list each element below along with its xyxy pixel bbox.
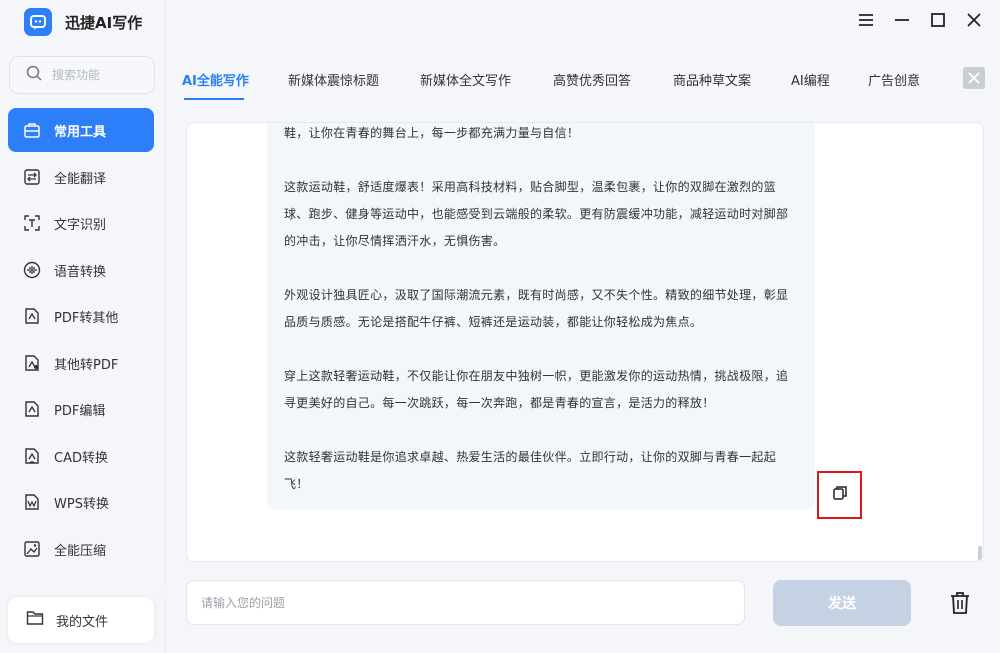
answer-paragraph: 这款轻奢运动鞋是你追求卓越、热爱生活的最佳伙伴。立即行动，让你的双脚与青春一起起… bbox=[284, 450, 777, 491]
sidebar-item-common-tools[interactable]: 常用工具 bbox=[8, 108, 154, 152]
pdf-convert-icon bbox=[22, 306, 42, 326]
answer-paragraph: 穿上这款轻奢运动鞋，不仅能让你在朋友中独树一帜，更能激发你的运动热情，挑战极限，… bbox=[284, 369, 789, 410]
compress-icon bbox=[22, 539, 42, 559]
tab-product-copy[interactable]: 商品种草文案 bbox=[673, 70, 751, 89]
tab-ai-coding[interactable]: AI编程 bbox=[791, 70, 830, 89]
cad-icon bbox=[22, 446, 42, 466]
wps-icon bbox=[22, 492, 42, 512]
sidebar-item-label: CAD转换 bbox=[54, 450, 108, 466]
sidebar-item-label: PDF编辑 bbox=[54, 403, 106, 419]
app-logo-icon bbox=[24, 8, 52, 36]
sidebar-item-label: 其他转PDF bbox=[54, 357, 119, 373]
pdf-edit-icon bbox=[22, 399, 42, 419]
sidebar-item-translate[interactable]: 全能翻译 bbox=[8, 155, 154, 199]
sidebar-item-label: 语音转换 bbox=[54, 264, 107, 280]
sidebar-item-label: 全能翻译 bbox=[54, 171, 107, 187]
maximize-icon[interactable] bbox=[928, 10, 948, 30]
my-files-label: 我的文件 bbox=[56, 614, 109, 630]
sidebar-item-pdf-edit[interactable]: PDF编辑 bbox=[8, 387, 154, 431]
scrollbar-thumb[interactable] bbox=[978, 546, 982, 561]
tab-ad-creative[interactable]: 广告创意 bbox=[868, 70, 920, 89]
minimize-icon[interactable] bbox=[892, 10, 912, 30]
window-controls bbox=[856, 10, 984, 30]
answer-card: 鞋，让你在青春的舞台上，每一步都充满力量与自信！ 这款运动鞋，舒适度爆表！采用高… bbox=[267, 123, 815, 509]
copy-icon bbox=[832, 485, 848, 505]
tab-bar: AI全能写作 新媒体震惊标题 新媒体全文写作 高赞优秀回答 商品种草文案 AI编… bbox=[166, 62, 1000, 102]
sidebar-item-ocr[interactable]: 文字识别 bbox=[8, 201, 154, 245]
send-button[interactable]: 发送 bbox=[773, 580, 911, 626]
search-input[interactable] bbox=[52, 68, 142, 82]
tab-shock-title[interactable]: 新媒体震惊标题 bbox=[288, 70, 379, 89]
translate-icon bbox=[22, 167, 42, 187]
active-tab-indicator bbox=[184, 98, 244, 100]
toolbox-icon bbox=[22, 120, 42, 140]
to-pdf-icon bbox=[22, 353, 42, 373]
question-input[interactable] bbox=[186, 580, 745, 625]
sidebar-item-label: WPS转换 bbox=[54, 496, 109, 512]
scrollbar[interactable] bbox=[977, 123, 983, 561]
sidebar-item-label: PDF转其他 bbox=[54, 310, 119, 326]
sidebar-item-pdf-to-other[interactable]: PDF转其他 bbox=[8, 294, 154, 338]
answer-text: 鞋，让你在青春的舞台上，每一步都充满力量与自信！ 这款运动鞋，舒适度爆表！采用高… bbox=[284, 123, 799, 498]
copy-button[interactable] bbox=[817, 471, 862, 519]
menu-icon[interactable] bbox=[856, 10, 876, 30]
trash-icon[interactable] bbox=[947, 590, 973, 616]
search-icon bbox=[26, 65, 42, 85]
tab-top-answers[interactable]: 高赞优秀回答 bbox=[553, 70, 631, 89]
sidebar-item-cad[interactable]: CAD转换 bbox=[8, 434, 154, 478]
voice-icon bbox=[22, 260, 42, 280]
folder-icon bbox=[26, 610, 44, 630]
my-files-button[interactable]: 我的文件 bbox=[8, 597, 154, 643]
sidebar: 迅捷AI写作 常用工具 全能翻译 文字识别 语音转换 PDF转 bbox=[0, 0, 166, 653]
answer-paragraph: 外观设计独具匠心，汲取了国际潮流元素，既有时尚感，又不失个性。精致的细节处理，彰… bbox=[284, 288, 789, 329]
close-tabs-icon[interactable] bbox=[963, 67, 985, 89]
close-icon[interactable] bbox=[964, 10, 984, 30]
answer-paragraph: 这款运动鞋，舒适度爆表！采用高科技材料，贴合脚型，温柔包裹，让你的双脚在激烈的篮… bbox=[284, 180, 789, 248]
tab-ai-writing[interactable]: AI全能写作 bbox=[182, 70, 249, 89]
brand: 迅捷AI写作 bbox=[24, 8, 142, 36]
sidebar-item-label: 全能压缩 bbox=[54, 543, 107, 559]
answer-panel: 鞋，让你在青春的舞台上，每一步都充满力量与自信！ 这款运动鞋，舒适度爆表！采用高… bbox=[186, 122, 984, 562]
app-title: 迅捷AI写作 bbox=[65, 13, 143, 32]
search-box[interactable] bbox=[9, 56, 155, 94]
sidebar-item-voice[interactable]: 语音转换 bbox=[8, 248, 154, 292]
sidebar-item-label: 常用工具 bbox=[54, 124, 107, 140]
sidebar-item-compress[interactable]: 全能压缩 bbox=[8, 527, 154, 571]
text-recognition-icon bbox=[22, 213, 42, 233]
answer-paragraph: 鞋，让你在青春的舞台上，每一步都充满力量与自信！ bbox=[284, 126, 580, 140]
sidebar-item-wps[interactable]: WPS转换 bbox=[8, 480, 154, 524]
sidebar-item-label: 文字识别 bbox=[54, 217, 107, 233]
tab-media-article[interactable]: 新媒体全文写作 bbox=[420, 70, 511, 89]
sidebar-item-other-to-pdf[interactable]: 其他转PDF bbox=[8, 341, 154, 385]
